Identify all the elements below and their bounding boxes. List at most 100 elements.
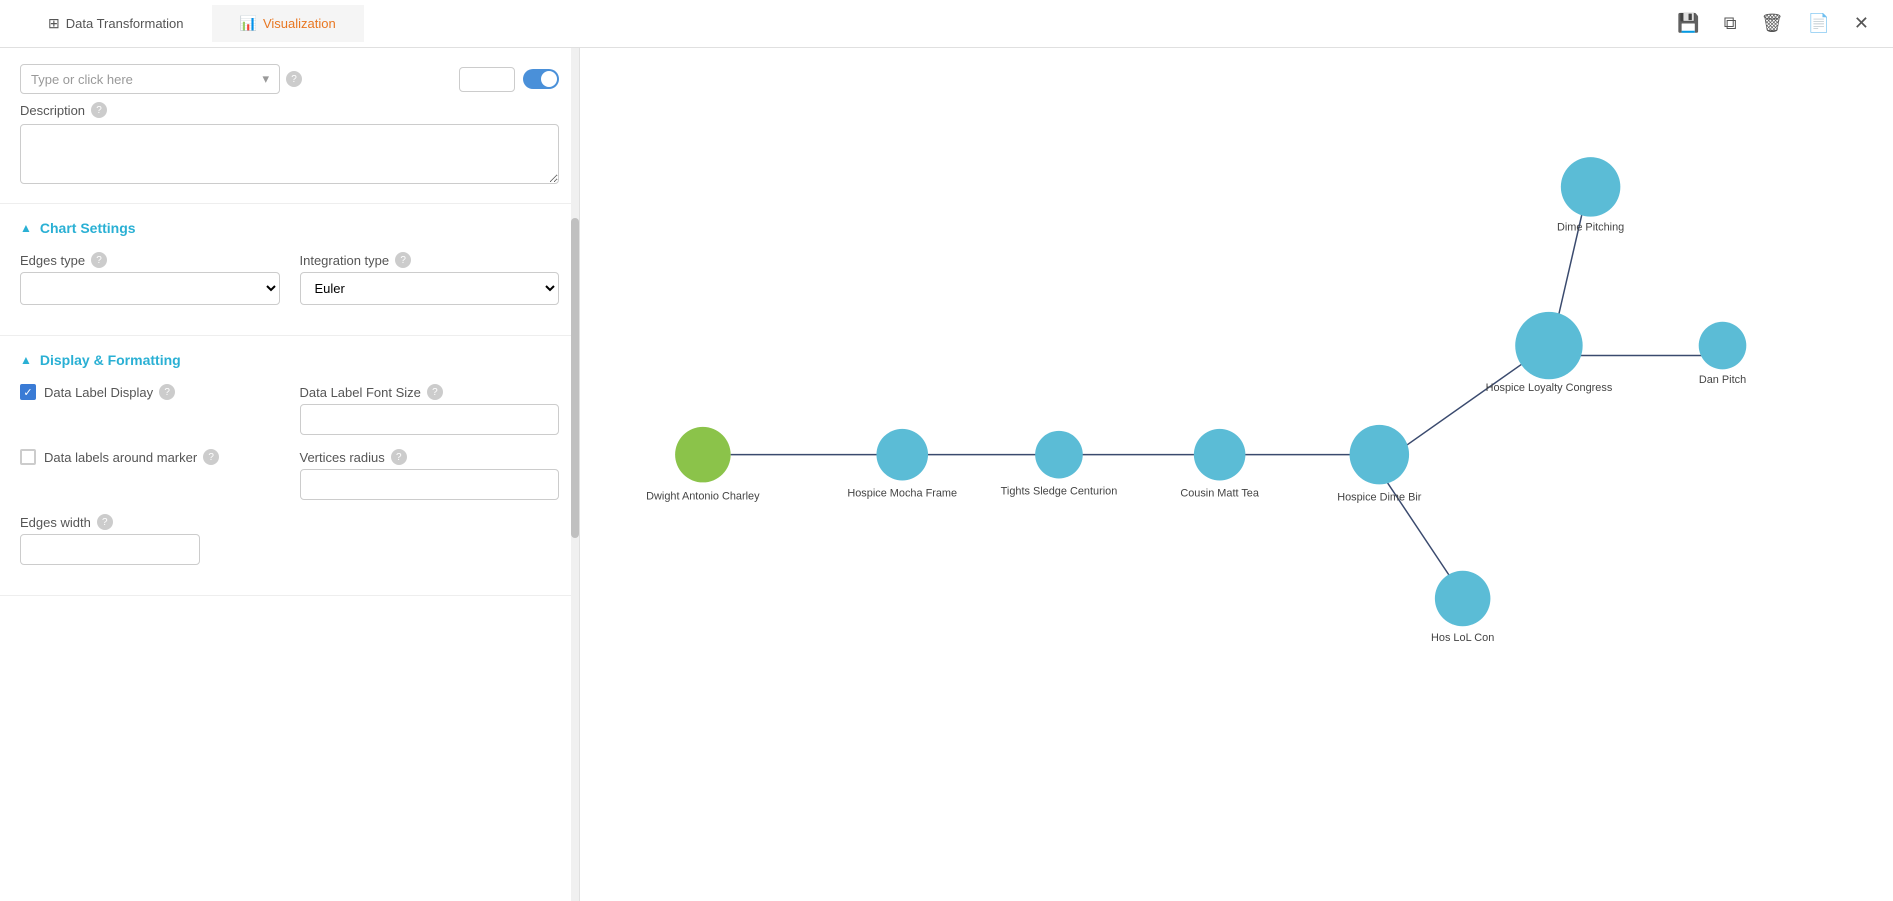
graph-svg: Dwight Antonio Charley Hospice Mocha Fra…	[580, 48, 1893, 901]
data-labels-around-checkbox-row: Data labels around marker ?	[20, 449, 280, 465]
export-button[interactable]: 📄	[1803, 9, 1833, 38]
description-textarea[interactable]	[20, 124, 559, 184]
toggle-knob	[541, 71, 557, 87]
node-hospice-mocha-label: Hospice Mocha Frame	[847, 487, 957, 499]
save-icon: 💾	[1677, 13, 1699, 34]
main-area: Type or click here ▾ ? Description	[0, 48, 1893, 901]
checkbox-check-icon: ✓	[23, 386, 32, 399]
edges-width-label: Edges width ?	[20, 514, 559, 530]
data-labels-around-text: Data labels around marker	[44, 450, 197, 465]
graph-area[interactable]: Dwight Antonio Charley Hospice Mocha Fra…	[580, 48, 1893, 901]
description-text: Description	[20, 103, 85, 118]
top-bar-actions: 💾 ⧉ 🗑 📄 ✕	[1673, 9, 1873, 38]
display-formatting-section: ▲ Display & Formatting ✓ Data Label Disp…	[0, 336, 579, 596]
close-button[interactable]: ✕	[1850, 9, 1873, 38]
scrollbar-thumb[interactable]	[571, 218, 579, 538]
type-click-section: Type or click here ▾ ? Description	[0, 48, 579, 204]
node-hos-lol-label: Hos LoL Con	[1431, 632, 1494, 644]
node-cousin-matt[interactable]	[1194, 429, 1246, 481]
close-icon: ✕	[1854, 13, 1869, 34]
data-transformation-icon: ⊞	[48, 15, 60, 32]
toggle-switch[interactable]	[523, 69, 559, 89]
type-click-dropdown-group: Type or click here ▾ ?	[20, 64, 443, 94]
tab-visualization[interactable]: 📊 Visualization	[212, 5, 364, 42]
node-hospice-dime-bir-label: Hospice Dime Bir	[1337, 491, 1422, 503]
delete-button[interactable]: 🗑	[1757, 9, 1788, 38]
chart-settings-form-row: Edges type ? Integration type ?	[20, 252, 559, 305]
data-labels-around-label: Data labels around marker ?	[44, 449, 219, 465]
edges-type-text: Edges type	[20, 253, 85, 268]
vertices-radius-help-icon[interactable]: ?	[391, 449, 407, 465]
node-tights-label: Tights Sledge Centurion	[1001, 485, 1118, 497]
edges-type-select[interactable]	[20, 272, 280, 305]
node-cousin-matt-label: Cousin Matt Tea	[1180, 487, 1260, 499]
data-label-font-size-label: Data Label Font Size ?	[300, 384, 560, 400]
data-label-display-text: Data Label Display	[44, 385, 153, 400]
vertices-radius-text: Vertices radius	[300, 450, 385, 465]
number-input-field[interactable]	[459, 67, 515, 92]
tab-visualization-label: Visualization	[263, 16, 336, 31]
node-hospice-loyalty-label: Hospice Loyalty Congress	[1486, 382, 1613, 394]
node-dime-pitching-label: Dime Pitching	[1557, 222, 1624, 234]
integration-type-select[interactable]: Euler Runge-Kutta Adams	[300, 272, 560, 305]
display-formatting-title: Display & Formatting	[40, 352, 181, 368]
chart-settings-header[interactable]: ▲ Chart Settings	[20, 220, 559, 236]
left-panel: Type or click here ▾ ? Description	[0, 48, 580, 901]
vertices-radius-group: Vertices radius ?	[300, 449, 560, 500]
edges-width-row: Edges width ?	[20, 514, 559, 565]
edges-width-group: Edges width ?	[20, 514, 559, 565]
tab-data-transformation-label: Data Transformation	[66, 16, 184, 31]
top-bar: ⊞ Data Transformation 📊 Visualization 💾 …	[0, 0, 1893, 48]
tab-data-transformation[interactable]: ⊞ Data Transformation	[20, 5, 212, 42]
data-label-row: ✓ Data Label Display ? Data Label Font S…	[20, 384, 559, 435]
chart-settings-title: Chart Settings	[40, 220, 136, 236]
integration-type-help-icon[interactable]: ?	[395, 252, 411, 268]
node-dwight[interactable]	[675, 427, 731, 483]
description-help-icon[interactable]: ?	[91, 102, 107, 118]
data-label-font-size-input[interactable]	[300, 404, 560, 435]
display-formatting-chevron-icon: ▲	[20, 353, 32, 367]
data-label-font-size-group: Data Label Font Size ?	[300, 384, 560, 435]
data-label-display-help-icon[interactable]: ?	[159, 384, 175, 400]
node-hospice-dime-bir[interactable]	[1350, 425, 1410, 485]
node-dime-pitching[interactable]	[1561, 157, 1621, 217]
edge-hospice-dime-loyalty	[1393, 355, 1534, 454]
edges-type-group: Edges type ?	[20, 252, 280, 305]
duplicate-button[interactable]: ⧉	[1720, 9, 1741, 38]
integration-type-label: Integration type ?	[300, 252, 560, 268]
tab-group: ⊞ Data Transformation 📊 Visualization	[20, 5, 364, 42]
node-hospice-loyalty[interactable]	[1515, 312, 1582, 379]
data-label-font-size-help-icon[interactable]: ?	[427, 384, 443, 400]
type-click-dropdown[interactable]: Type or click here ▾	[20, 64, 280, 94]
export-icon: 📄	[1807, 13, 1829, 34]
dropdown-toggle-row: Type or click here ▾ ?	[20, 64, 559, 94]
data-label-display-checkbox[interactable]: ✓	[20, 384, 36, 400]
right-panel: Dwight Antonio Charley Hospice Mocha Fra…	[580, 48, 1893, 901]
edges-width-input[interactable]	[20, 534, 200, 565]
duplicate-icon: ⧉	[1724, 13, 1737, 34]
vertices-radius-input[interactable]	[300, 469, 560, 500]
scrollbar-track	[571, 48, 579, 901]
data-labels-around-help-icon[interactable]: ?	[203, 449, 219, 465]
vertices-radius-label: Vertices radius ?	[300, 449, 560, 465]
chart-settings-chevron-icon: ▲	[20, 221, 32, 235]
data-label-font-size-text: Data Label Font Size	[300, 385, 421, 400]
node-dan-pitch[interactable]	[1699, 322, 1747, 370]
edges-type-label: Edges type ?	[20, 252, 280, 268]
edges-width-help-icon[interactable]: ?	[97, 514, 113, 530]
node-tights[interactable]	[1035, 431, 1083, 479]
integration-type-text: Integration type	[300, 253, 390, 268]
save-button[interactable]: 💾	[1673, 9, 1703, 38]
node-dwight-label: Dwight Antonio Charley	[646, 490, 760, 502]
node-hos-lol[interactable]	[1435, 571, 1491, 627]
display-formatting-header[interactable]: ▲ Display & Formatting	[20, 352, 559, 368]
type-click-help-icon[interactable]: ?	[286, 71, 302, 87]
data-labels-around-group: Data labels around marker ?	[20, 449, 280, 500]
edges-type-help-icon[interactable]: ?	[91, 252, 107, 268]
data-label-display-label: Data Label Display ?	[44, 384, 175, 400]
node-dan-pitch-label: Dan Pitch	[1699, 374, 1746, 386]
data-labels-around-checkbox[interactable]	[20, 449, 36, 465]
node-hospice-mocha[interactable]	[876, 429, 928, 481]
description-label: Description ?	[20, 102, 559, 118]
visualization-icon: 📊	[240, 15, 257, 32]
